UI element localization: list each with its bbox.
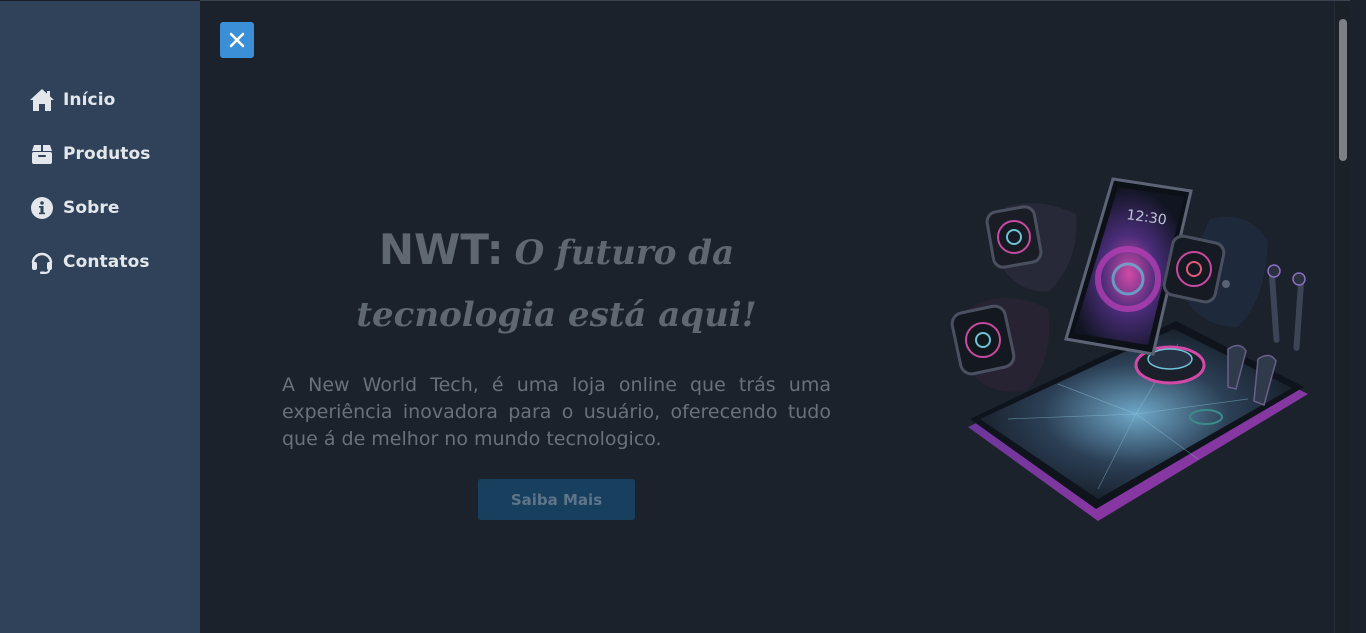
hero-brand: NWT: [378,225,504,274]
sidebar-item-label: Produtos [63,144,151,164]
vertical-scrollbar[interactable] [1334,1,1350,633]
hero-section: NWT: O futuro da tecnologia está aqui! A… [282,219,831,520]
sidebar-item-label: Contatos [63,252,150,272]
hero-description: A New World Tech, é uma loja online que … [282,374,831,450]
sidebar-item-contatos[interactable]: Contatos [0,235,200,289]
sidebar-item-inicio[interactable]: Início [0,73,200,127]
saiba-mais-button[interactable]: Saiba Mais [478,479,635,520]
main-content: NWT: O futuro da tecnologia está aqui! A… [200,0,1350,633]
box-icon [29,141,55,167]
close-sidebar-button[interactable] [220,22,254,58]
home-icon [29,87,55,113]
scrollbar-thumb[interactable] [1339,19,1347,161]
sidebar-item-produtos[interactable]: Produtos [0,127,200,181]
hero-headline: NWT: O futuro da tecnologia está aqui! [282,219,831,346]
close-icon [229,32,245,48]
hero-devices-image: 12:30 [948,169,1320,539]
sidebar-item-sobre[interactable]: Sobre [0,181,200,235]
headset-icon [29,249,55,275]
sidebar-item-label: Início [63,90,116,110]
info-icon [29,195,55,221]
sidebar: Início Produtos Sobre Contatos [0,0,200,633]
sidebar-item-label: Sobre [63,198,120,218]
nav-list: Início Produtos Sobre Contatos [0,73,200,289]
